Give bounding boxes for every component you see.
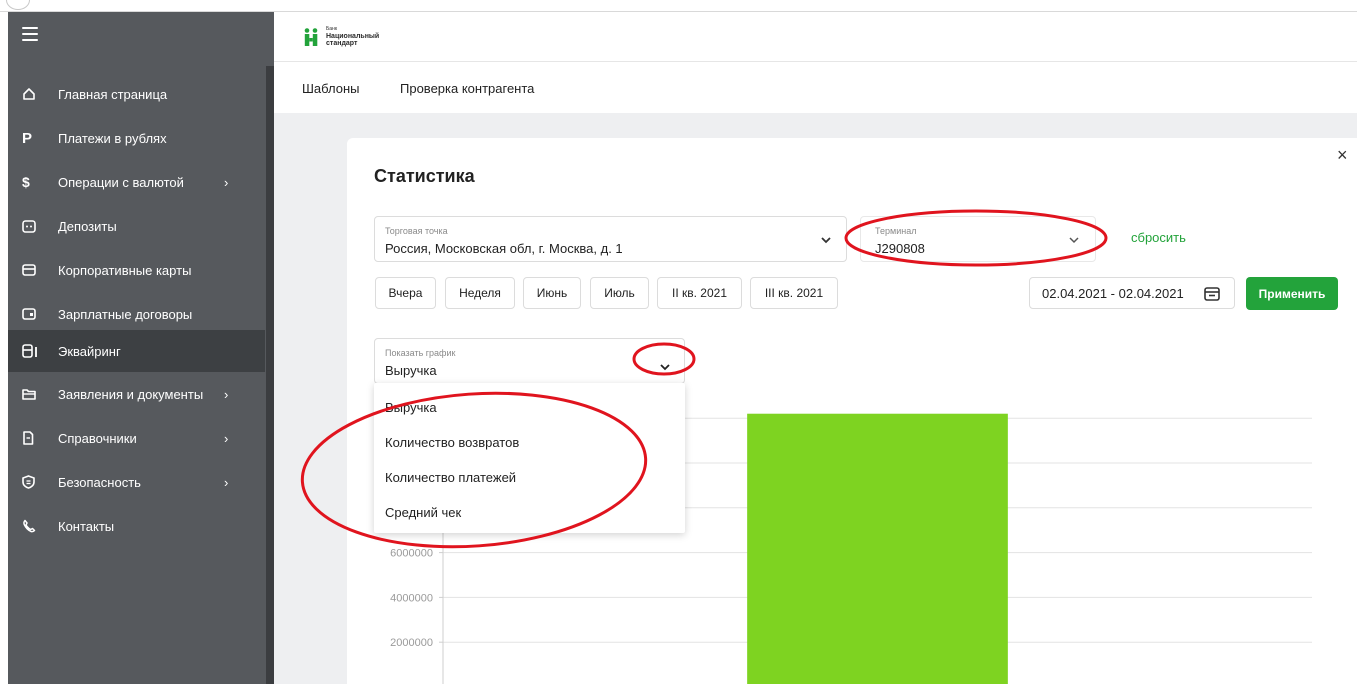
hamburger-menu-icon[interactable] xyxy=(22,27,38,41)
chart-type-select[interactable]: Показать график Выручка xyxy=(374,338,685,384)
dropdown-option-refunds[interactable]: Количество возвратов xyxy=(374,424,685,460)
ruble-icon: Р xyxy=(22,129,33,147)
chart-y-tick-label: 6000000 xyxy=(390,548,433,560)
tab-counterparty-check[interactable]: Проверка контрагента xyxy=(400,81,534,96)
sidebar-item-label: Заявления и документы xyxy=(58,386,204,402)
logo-small-text: Банк xyxy=(326,26,338,32)
sidebar-item-label: Безопасность xyxy=(58,474,141,490)
period-q2-2021[interactable]: II кв. 2021 xyxy=(657,277,742,309)
bank-logo-text: Банк Национальный стандарт xyxy=(326,26,379,47)
chevron-down-icon xyxy=(1069,231,1079,247)
salary-icon xyxy=(8,308,58,320)
modal-title: Статистика xyxy=(374,166,475,186)
reset-link[interactable]: сбросить xyxy=(1131,230,1186,245)
chart-y-tick-label: 4000000 xyxy=(390,592,433,604)
sidebar-item-folder[interactable]: Заявления и документы › xyxy=(8,374,265,414)
trade-point-select[interactable]: Торговая точка Россия, Московская обл, г… xyxy=(374,216,847,262)
tab-templates[interactable]: Шаблоны xyxy=(302,81,360,96)
close-icon[interactable]: × xyxy=(1337,146,1348,164)
chart-type-label: Показать график xyxy=(385,348,456,358)
logo-line2: стандарт xyxy=(326,40,358,47)
sidebar-item-ruble[interactable]: Р Платежи в рублях xyxy=(8,118,265,158)
sidebar-item-label: Справочники xyxy=(58,430,137,446)
acquiring-icon xyxy=(8,344,58,358)
sidebar-item-label: Депозиты xyxy=(58,218,117,234)
dropdown-option-average-check[interactable]: Средний чек xyxy=(374,494,685,530)
chevron-right-icon: › xyxy=(224,474,229,490)
dropdown-option-payments[interactable]: Количество платежей xyxy=(374,459,685,495)
chevron-right-icon: › xyxy=(224,174,229,190)
browser-top-strip xyxy=(0,0,1357,12)
sidebar-item-directory[interactable]: Справочники › xyxy=(8,418,265,458)
sidebar-item-salary[interactable]: Зарплатные договоры xyxy=(8,294,265,334)
sidebar-item-phone[interactable]: Контакты xyxy=(8,506,265,546)
chart-bar[interactable] xyxy=(747,413,1008,684)
bank-logo-icon xyxy=(304,27,318,46)
chart-type-value: Выручка xyxy=(385,363,437,378)
header: Банк Национальный стандарт xyxy=(274,12,1357,62)
chart-type-dropdown: Выручка Количество возвратов Количество … xyxy=(374,383,685,533)
shield-icon xyxy=(8,475,58,489)
terminal-select[interactable]: Терминал J290808 xyxy=(860,216,1096,262)
chart-y-tick-label: 2000000 xyxy=(390,637,433,649)
sidebar-item-label: Операции с валютой xyxy=(58,174,184,190)
sidebar-item-label: Корпоративные карты xyxy=(58,262,192,278)
sidebar-item-label: Контакты xyxy=(58,518,115,534)
period-june[interactable]: Июнь xyxy=(523,277,581,309)
terminal-value: J290808 xyxy=(875,241,925,256)
dropdown-option-revenue[interactable]: Выручка xyxy=(374,389,685,425)
deposit-icon xyxy=(8,219,58,233)
sidebar-item-shield[interactable]: Безопасность › xyxy=(8,462,265,502)
sidebar-gap xyxy=(266,12,274,66)
logo-line1: Национальный xyxy=(326,33,380,40)
sidebar-item-dollar[interactable]: $ Операции с валютой › xyxy=(8,162,265,202)
chevron-down-icon xyxy=(660,358,670,374)
sidebar-item-acquiring[interactable]: Эквайринг xyxy=(8,330,265,372)
subnav: Шаблоны Проверка контрагента xyxy=(274,63,1357,113)
trade-point-value: Россия, Московская обл, г. Москва, д. 1 xyxy=(385,241,623,256)
card-icon xyxy=(8,264,58,276)
sidebar-item-home[interactable]: Главная страница xyxy=(8,74,265,114)
sidebar-item-label: Платежи в рублях xyxy=(58,130,167,146)
chevron-right-icon: › xyxy=(224,430,229,446)
bank-logo[interactable]: Банк Национальный стандарт xyxy=(304,26,379,47)
browser-circle-icon xyxy=(6,0,30,10)
directory-icon xyxy=(8,431,58,445)
period-july[interactable]: Июль xyxy=(590,277,649,309)
sidebar-item-label: Главная страница xyxy=(58,86,168,102)
folder-icon xyxy=(8,388,58,400)
sidebar-scrollbar[interactable] xyxy=(266,66,274,684)
phone-icon xyxy=(8,519,58,533)
chevron-down-icon xyxy=(821,231,831,247)
period-week[interactable]: Неделя xyxy=(445,277,515,309)
sidebar-item-deposit[interactable]: Депозиты xyxy=(8,206,265,246)
sidebar-item-label: Эквайринг xyxy=(58,343,121,359)
period-q3-2021[interactable]: III кв. 2021 xyxy=(750,277,838,309)
terminal-label: Терминал xyxy=(875,226,917,236)
sidebar-item-card[interactable]: Корпоративные карты xyxy=(8,250,265,290)
period-yesterday[interactable]: Вчера xyxy=(375,277,436,309)
dollar-icon: $ xyxy=(22,174,30,190)
calendar-icon[interactable] xyxy=(1204,286,1220,304)
apply-button[interactable]: Применить xyxy=(1246,277,1338,310)
date-range-value: 02.04.2021 - 02.04.2021 xyxy=(1042,285,1184,301)
date-range-picker[interactable]: 02.04.2021 - 02.04.2021 xyxy=(1029,277,1235,309)
home-icon xyxy=(8,87,58,101)
trade-point-label: Торговая точка xyxy=(385,226,448,236)
chevron-right-icon: › xyxy=(224,386,229,402)
sidebar-item-label: Зарплатные договоры xyxy=(58,306,193,322)
